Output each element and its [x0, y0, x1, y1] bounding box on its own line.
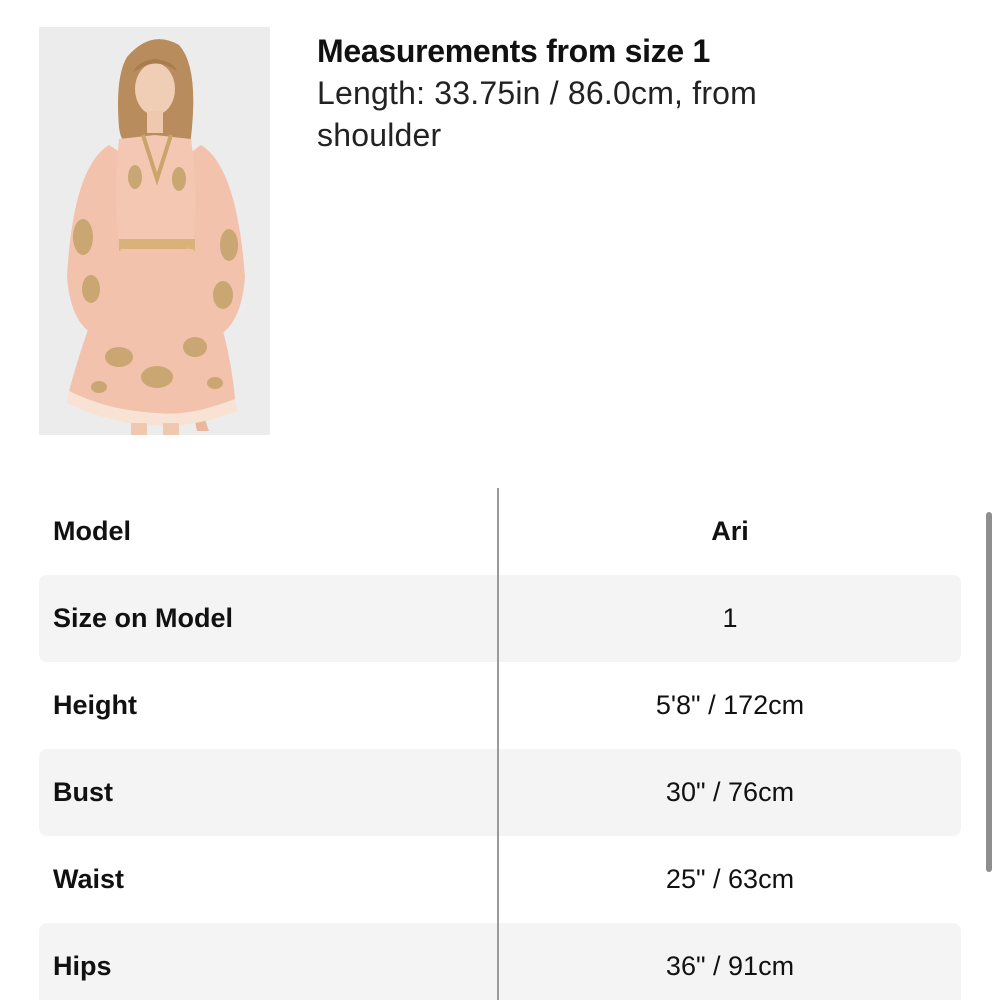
- measurements-section: Measurements from size 1 Length: 33.75in…: [317, 30, 877, 156]
- table-row-height: Height 5'8" / 172cm: [39, 662, 961, 749]
- scrollbar[interactable]: [986, 512, 992, 872]
- row-label: Model: [53, 516, 131, 546]
- row-label: Bust: [53, 777, 113, 807]
- table-row-waist: Waist 25" / 63cm: [39, 836, 961, 923]
- size-guide-page: Measurements from size 1 Length: 33.75in…: [0, 0, 1000, 1000]
- measurements-title: Measurements from size 1: [317, 33, 710, 69]
- measurements-detail: Length: 33.75in / 86.0cm, from shoulder: [317, 75, 758, 153]
- product-image: [39, 27, 270, 435]
- row-value: 36" / 91cm: [665, 951, 795, 981]
- table-row-bust: Bust 30" / 76cm: [39, 749, 961, 836]
- row-label: Height: [53, 690, 137, 720]
- row-value: 5'8" / 172cm: [655, 690, 805, 720]
- row-label: Size on Model: [53, 603, 234, 633]
- table-row-model: Model Ari: [39, 488, 961, 575]
- row-label: Hips: [53, 951, 112, 981]
- table-row-size-on-model: Size on Model 1: [39, 575, 961, 662]
- column-divider: [497, 488, 499, 1000]
- row-value: 25" / 63cm: [665, 864, 795, 894]
- model-details-table: Model Ari Size on Model 1 Height 5'8" / …: [39, 488, 961, 1000]
- row-value: 1: [722, 603, 738, 633]
- dress-illustration: [39, 27, 270, 435]
- table-row-hips: Hips 36" / 91cm: [39, 923, 961, 1000]
- row-value: 30" / 76cm: [665, 777, 795, 807]
- row-value: Ari: [711, 516, 749, 546]
- row-label: Waist: [53, 864, 125, 894]
